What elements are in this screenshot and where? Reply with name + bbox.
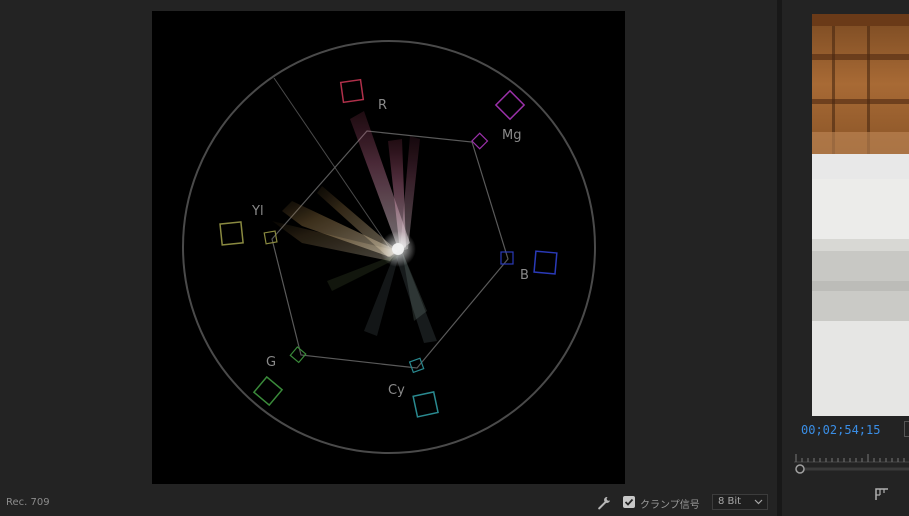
playhead-icon xyxy=(795,464,805,474)
label-cy: Cy xyxy=(388,383,405,398)
r-target-box xyxy=(339,78,365,104)
cy-target-box xyxy=(412,391,439,418)
video-frame-image xyxy=(812,14,909,416)
vectorscope-graticule xyxy=(182,40,596,454)
label-r: R xyxy=(378,98,388,113)
chevron-down-icon xyxy=(754,499,763,505)
time-ruler[interactable] xyxy=(794,450,909,474)
label-b: B xyxy=(520,268,529,283)
label-mg: Mg xyxy=(502,128,522,143)
label-g: G xyxy=(266,355,277,370)
wrench-icon[interactable] xyxy=(597,495,611,510)
g-target-box xyxy=(252,375,284,407)
crop-marks-icon[interactable] xyxy=(874,486,890,502)
fit-dropdown[interactable] xyxy=(904,421,909,437)
bit-depth-select[interactable]: 8 Bit xyxy=(712,494,768,510)
yl-target-box xyxy=(219,221,244,246)
colorspace-label: Rec. 709 xyxy=(6,497,50,508)
scope-panel: R Mg B Cy G Yl Rec. 709 クランプ信号 8 Bit xyxy=(0,0,777,516)
clamp-checkbox[interactable] xyxy=(623,496,635,508)
clamp-signal-label[interactable]: クランプ信号 xyxy=(640,496,700,511)
video-preview-frame xyxy=(812,14,909,416)
timecode-display[interactable]: 00;02;54;15 xyxy=(801,423,880,437)
bit-depth-value: 8 Bit xyxy=(718,496,742,507)
mg-target-box xyxy=(494,89,526,121)
scope-bottom-bar: Rec. 709 クランプ信号 8 Bit xyxy=(0,490,777,516)
checkbox-icon xyxy=(624,498,634,506)
label-yl: Yl xyxy=(252,204,264,219)
program-monitor-panel: 00;02;54;15 xyxy=(782,0,909,516)
b-target-box xyxy=(533,250,558,275)
vectorscope-display: R Mg B Cy G Yl xyxy=(152,11,625,484)
